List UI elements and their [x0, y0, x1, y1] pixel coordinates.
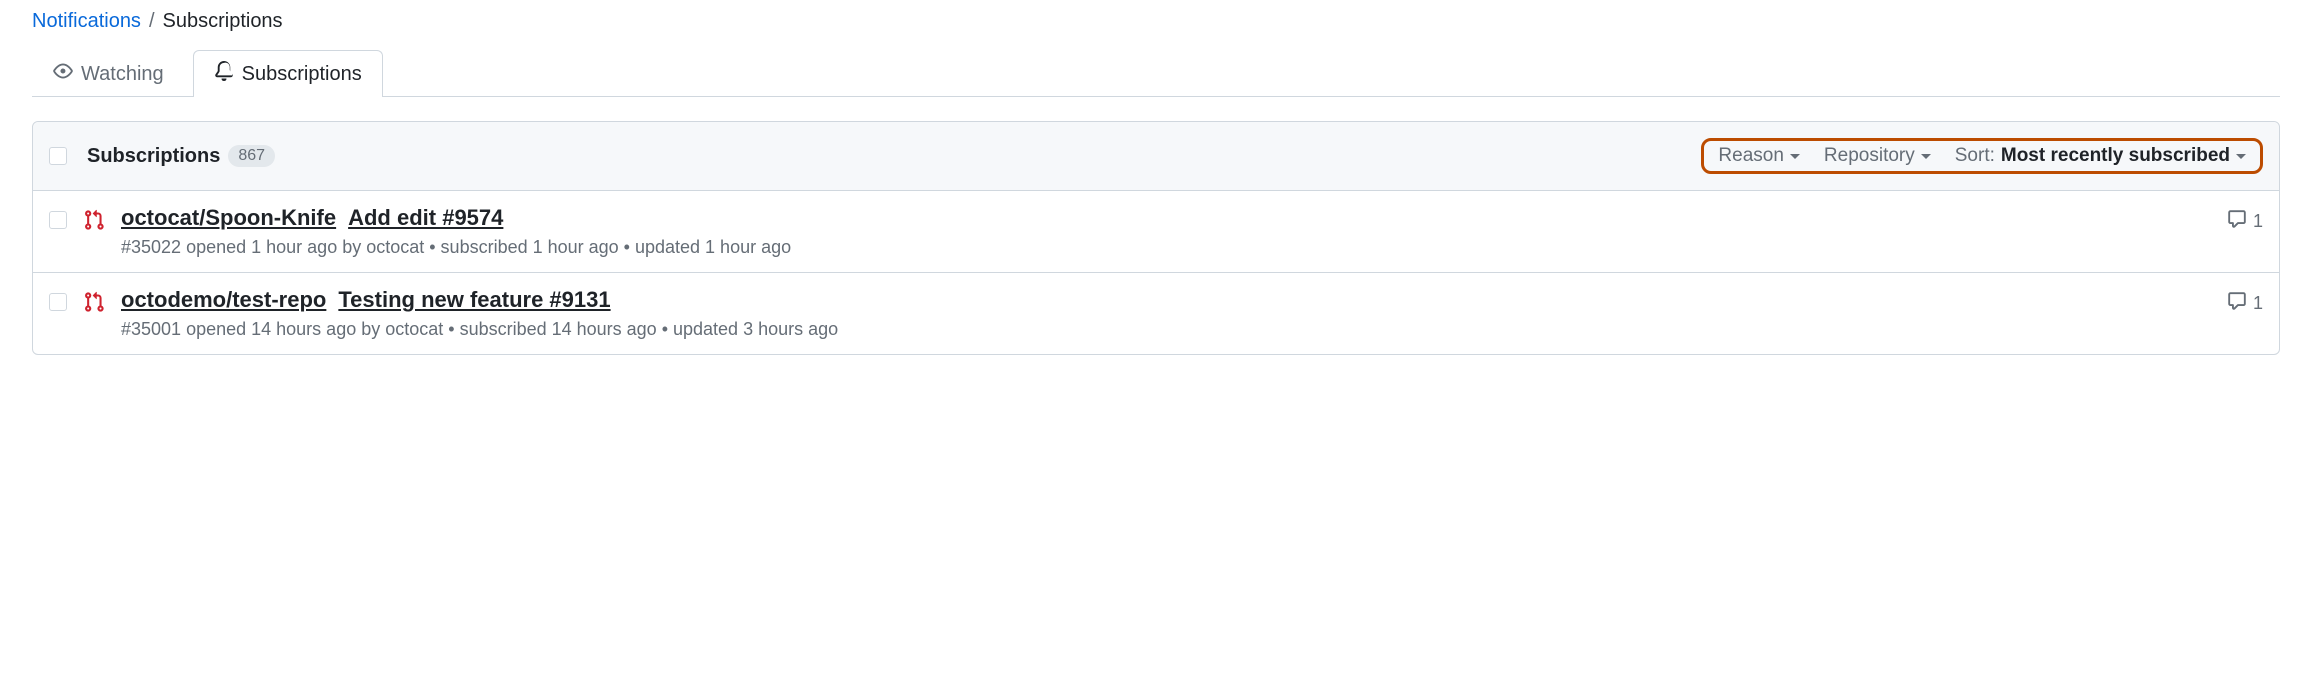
comment-icon — [2227, 209, 2247, 234]
subscriptions-count-badge: 867 — [228, 145, 275, 167]
row-checkbox[interactable] — [49, 293, 67, 311]
tab-watching-label: Watching — [81, 63, 164, 86]
tab-subscriptions-label: Subscriptions — [242, 63, 362, 86]
pull-request-closed-icon — [83, 209, 105, 234]
tab-subscriptions[interactable]: Subscriptions — [193, 50, 383, 97]
filter-sort-value: Most recently subscribed — [2001, 145, 2230, 167]
filter-sort[interactable]: Sort: Most recently subscribed — [1955, 145, 2246, 167]
row-comments[interactable]: 1 — [2227, 291, 2263, 316]
row-comments-count: 1 — [2253, 211, 2263, 232]
row-meta: #35022 opened 1 hour ago by octocat • su… — [121, 237, 2211, 258]
filter-reason[interactable]: Reason — [1718, 145, 1800, 167]
tab-nav: Watching Subscriptions — [32, 49, 2280, 97]
bell-icon — [214, 61, 234, 87]
select-all-checkbox[interactable] — [49, 147, 67, 165]
pull-request-closed-icon — [83, 291, 105, 316]
chevron-down-icon — [1921, 154, 1931, 159]
eye-icon — [53, 61, 73, 87]
box-header: Subscriptions 867 Reason Repository Sort… — [33, 122, 2279, 191]
row-checkbox[interactable] — [49, 211, 67, 229]
comment-icon — [2227, 291, 2247, 316]
subscription-row: octocat/Spoon-Knife Add edit #9574 #3502… — [33, 191, 2279, 273]
breadcrumb: Notifications / Subscriptions — [32, 10, 2280, 49]
breadcrumb-current: Subscriptions — [163, 10, 283, 33]
filter-reason-label: Reason — [1718, 145, 1784, 167]
subscription-row: octodemo/test-repo Testing new feature #… — [33, 273, 2279, 354]
row-comments[interactable]: 1 — [2227, 209, 2263, 234]
filter-repository-label: Repository — [1824, 145, 1915, 167]
row-comments-count: 1 — [2253, 293, 2263, 314]
header-title: Subscriptions — [87, 145, 220, 168]
row-title-link[interactable]: Testing new feature #9131 — [338, 287, 610, 313]
row-title-link[interactable]: Add edit #9574 — [348, 205, 503, 231]
row-meta: #35001 opened 14 hours ago by octocat • … — [121, 319, 2211, 340]
filter-repository[interactable]: Repository — [1824, 145, 1931, 167]
tab-watching[interactable]: Watching — [32, 50, 185, 97]
filter-sort-label: Sort: — [1955, 145, 1995, 167]
filters-group: Reason Repository Sort: Most recently su… — [1701, 138, 2263, 174]
chevron-down-icon — [2236, 154, 2246, 159]
row-repo-link[interactable]: octodemo/test-repo — [121, 287, 326, 313]
subscriptions-box: Subscriptions 867 Reason Repository Sort… — [32, 121, 2280, 355]
breadcrumb-parent-link[interactable]: Notifications — [32, 10, 141, 33]
breadcrumb-separator: / — [149, 10, 155, 33]
chevron-down-icon — [1790, 154, 1800, 159]
row-repo-link[interactable]: octocat/Spoon-Knife — [121, 205, 336, 231]
